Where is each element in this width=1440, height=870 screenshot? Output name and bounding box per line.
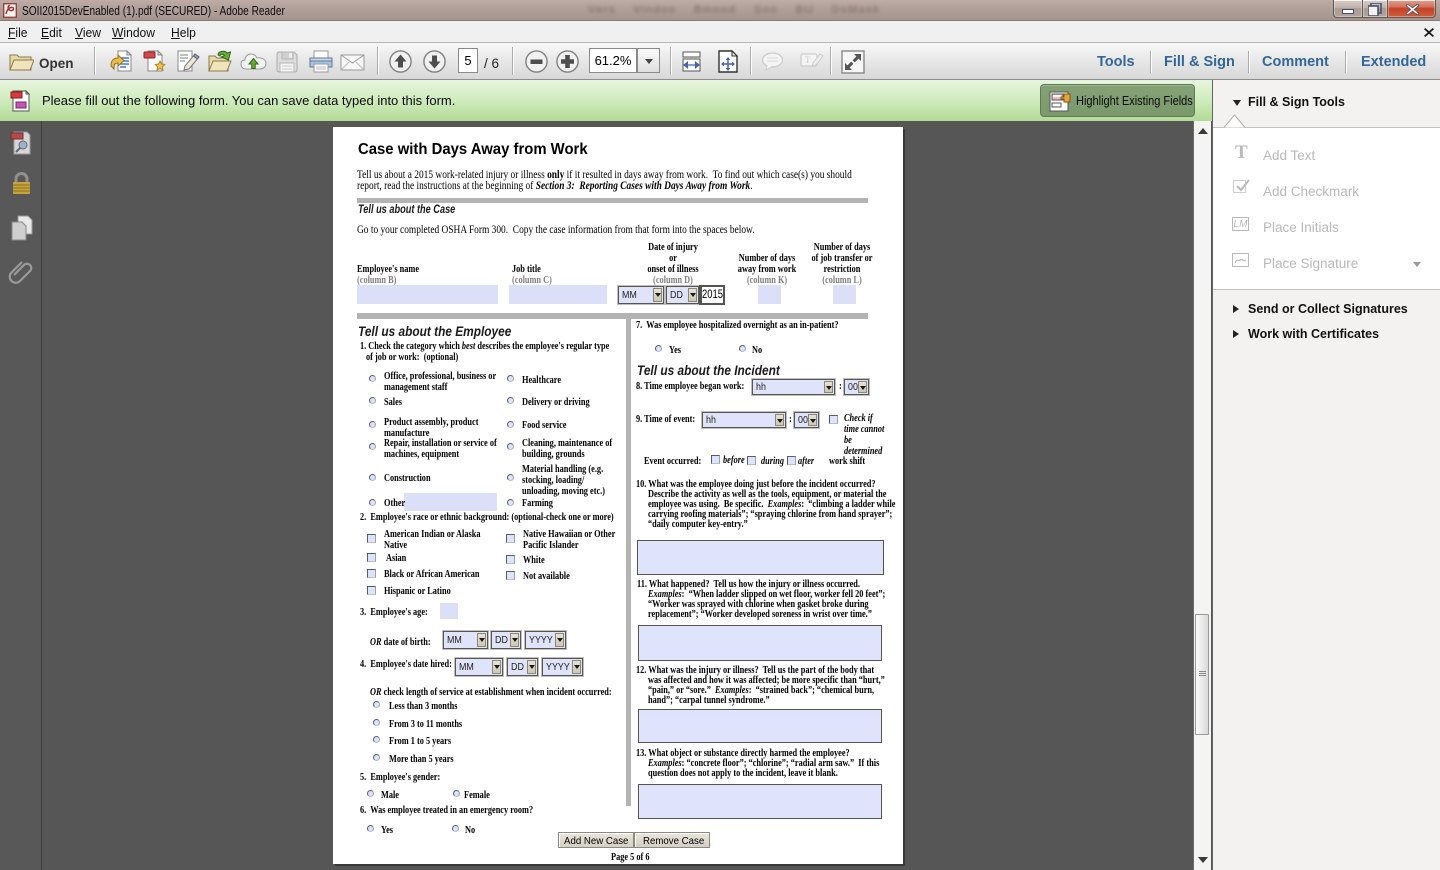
svg-text:T: T [805,55,811,65]
